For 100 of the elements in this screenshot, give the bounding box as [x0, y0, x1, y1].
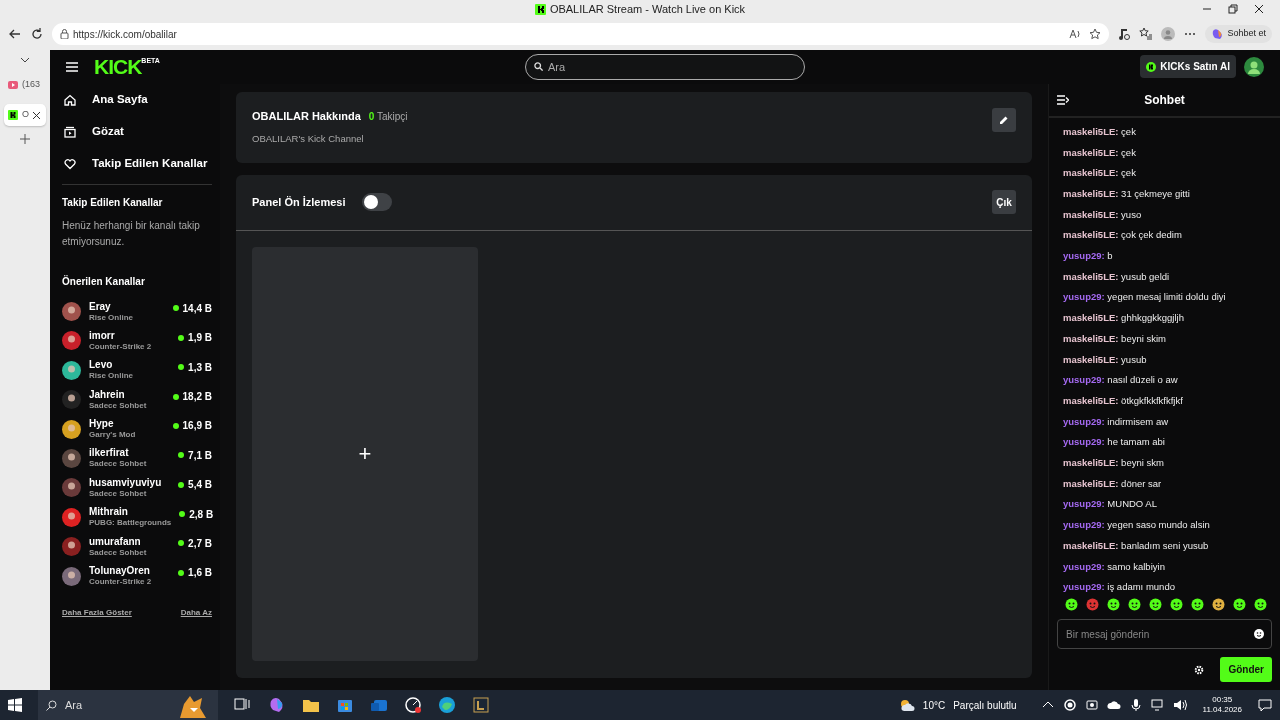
- avatar[interactable]: [62, 566, 81, 586]
- chat-message: yusup29: samo kalbiyin: [1062, 559, 1166, 574]
- chat-message: maskeli5LE: yuso: [1062, 207, 1143, 222]
- menu-icon[interactable]: [66, 61, 78, 72]
- copilot-icon[interactable]: [268, 696, 286, 714]
- avatar[interactable]: [62, 478, 81, 498]
- start-icon[interactable]: [8, 698, 22, 712]
- live-dot: [172, 422, 179, 429]
- emote-icon[interactable]: [1191, 598, 1204, 611]
- show-less-link[interactable]: Daha Az: [180, 606, 212, 619]
- emote-icon[interactable]: [1254, 598, 1267, 611]
- avatar[interactable]: [62, 331, 81, 351]
- avatar[interactable]: [62, 537, 81, 557]
- settings-icon[interactable]: [1194, 664, 1205, 675]
- viewer-count: 5,4 B: [188, 478, 212, 493]
- taskbar-search[interactable]: Ara: [38, 690, 218, 720]
- chat-message: yusup29: indirmisem aw: [1062, 414, 1170, 429]
- channel-name[interactable]: ilkerfirat: [89, 447, 171, 460]
- nav-link[interactable]: Ana Sayfa: [62, 83, 212, 116]
- buy-button[interactable]: KICKs Satın Al: [1140, 55, 1236, 79]
- close-icon[interactable]: [1254, 4, 1264, 14]
- channel-name[interactable]: imorr: [89, 329, 171, 342]
- refresh-icon[interactable]: [30, 27, 44, 41]
- show-more-link[interactable]: Daha Fazla Göster: [62, 606, 132, 619]
- add-panel-button[interactable]: +: [252, 246, 478, 661]
- chat-input[interactable]: Bir mesaj gönderin: [1057, 619, 1272, 649]
- channel-category: PUBG: Battlegrounds: [89, 518, 172, 529]
- copilot-button[interactable]: Sohbet et: [1205, 25, 1272, 43]
- channel-name[interactable]: husamviyuviyu: [89, 476, 171, 489]
- preview-toggle[interactable]: [361, 193, 392, 212]
- microphone-icon[interactable]: [1128, 698, 1143, 712]
- live-dot: [178, 481, 185, 488]
- notification-icon[interactable]: [1258, 698, 1272, 712]
- browser-tab[interactable]: O: [4, 104, 46, 126]
- chat-message: maskeli5LE: çok çek dedim: [1062, 228, 1183, 243]
- collapse-icon[interactable]: [1057, 94, 1069, 105]
- viewer-count: 1,3 B: [188, 360, 212, 375]
- camera-icon[interactable]: [1084, 698, 1099, 712]
- live-dot: [178, 569, 185, 576]
- avatar[interactable]: [62, 507, 81, 527]
- back-icon[interactable]: [8, 27, 22, 41]
- media-icon[interactable]: [1117, 27, 1132, 41]
- chat-message: maskeli5LE: döner sar: [1062, 476, 1163, 491]
- emote-icon[interactable]: [1128, 598, 1141, 611]
- emote-icon[interactable]: [1149, 598, 1162, 611]
- browser-tab[interactable]: (163: [4, 74, 46, 96]
- viewer-count: 16,9 B: [182, 419, 212, 434]
- lock-icon: [60, 29, 69, 39]
- emoji-icon[interactable]: [1254, 629, 1264, 639]
- channel-name[interactable]: TolunayOren: [89, 565, 171, 578]
- live-dot: [179, 511, 186, 518]
- gauge-icon[interactable]: [404, 696, 422, 714]
- avatar-icon[interactable]: [1244, 56, 1264, 77]
- follower-count: 0 Takipçi: [368, 109, 408, 124]
- new-tab-icon[interactable]: [20, 134, 30, 144]
- cloud-icon[interactable]: [1106, 698, 1121, 712]
- send-button[interactable]: Gönder: [1220, 657, 1272, 682]
- avatar[interactable]: [62, 448, 81, 468]
- edit-button[interactable]: [992, 107, 1016, 132]
- channel-name[interactable]: umurafann: [89, 535, 171, 548]
- game-icon[interactable]: [472, 696, 490, 714]
- channel-name[interactable]: Levo: [89, 359, 171, 372]
- emote-icon[interactable]: [1107, 598, 1120, 611]
- address-field[interactable]: https://kick.com/obalilar: [52, 23, 1110, 45]
- favorites-icon[interactable]: [1139, 27, 1154, 41]
- avatar[interactable]: [62, 360, 81, 380]
- profile-icon[interactable]: [1161, 27, 1176, 41]
- nav-link[interactable]: Takip Edilen Kanallar: [62, 147, 212, 180]
- video-icon: [8, 81, 18, 89]
- avatar[interactable]: [62, 419, 81, 439]
- nav-link[interactable]: Gözat: [62, 115, 212, 148]
- heart-icon: [64, 157, 76, 170]
- network-icon[interactable]: [1150, 698, 1165, 712]
- emote-icon[interactable]: [1233, 598, 1246, 611]
- empty-message: Henüz herhangi bir kanalı takip etmiyorsunuz.: [62, 218, 201, 249]
- play-icon: [64, 125, 76, 138]
- channel-name[interactable]: Hype: [89, 418, 165, 431]
- avatar[interactable]: [62, 302, 81, 321]
- clock[interactable]: 00:35 11.04.2026: [1202, 695, 1242, 715]
- exit-button[interactable]: Çık: [992, 190, 1016, 215]
- viewer-count: 2,7 B: [188, 536, 212, 551]
- emote-icon[interactable]: [1170, 598, 1183, 611]
- channel-category: Sadece Sohbet: [89, 400, 148, 411]
- emote-icon[interactable]: [1065, 598, 1078, 611]
- channel-name[interactable]: Jahrein: [89, 388, 165, 401]
- window-title: OBALILAR Stream - Watch Live on Kick: [549, 1, 746, 17]
- restore-icon[interactable]: [1228, 4, 1238, 14]
- channel-name[interactable]: Mithrain: [89, 506, 172, 519]
- search-field[interactable]: Ara: [525, 53, 805, 80]
- channel-name[interactable]: Eray: [89, 300, 165, 313]
- record-icon[interactable]: [1062, 698, 1077, 712]
- read-aloud-icon[interactable]: [1069, 28, 1082, 40]
- live-dot: [172, 393, 179, 400]
- browser-icon[interactable]: [438, 696, 456, 714]
- speaker-icon[interactable]: [1172, 698, 1187, 712]
- emote-icon[interactable]: [1212, 598, 1225, 611]
- viewer-count: 18,2 B: [182, 390, 212, 404]
- avatar[interactable]: [62, 390, 81, 410]
- favorite-icon[interactable]: [1089, 28, 1102, 40]
- close-icon[interactable]: [33, 111, 40, 119]
